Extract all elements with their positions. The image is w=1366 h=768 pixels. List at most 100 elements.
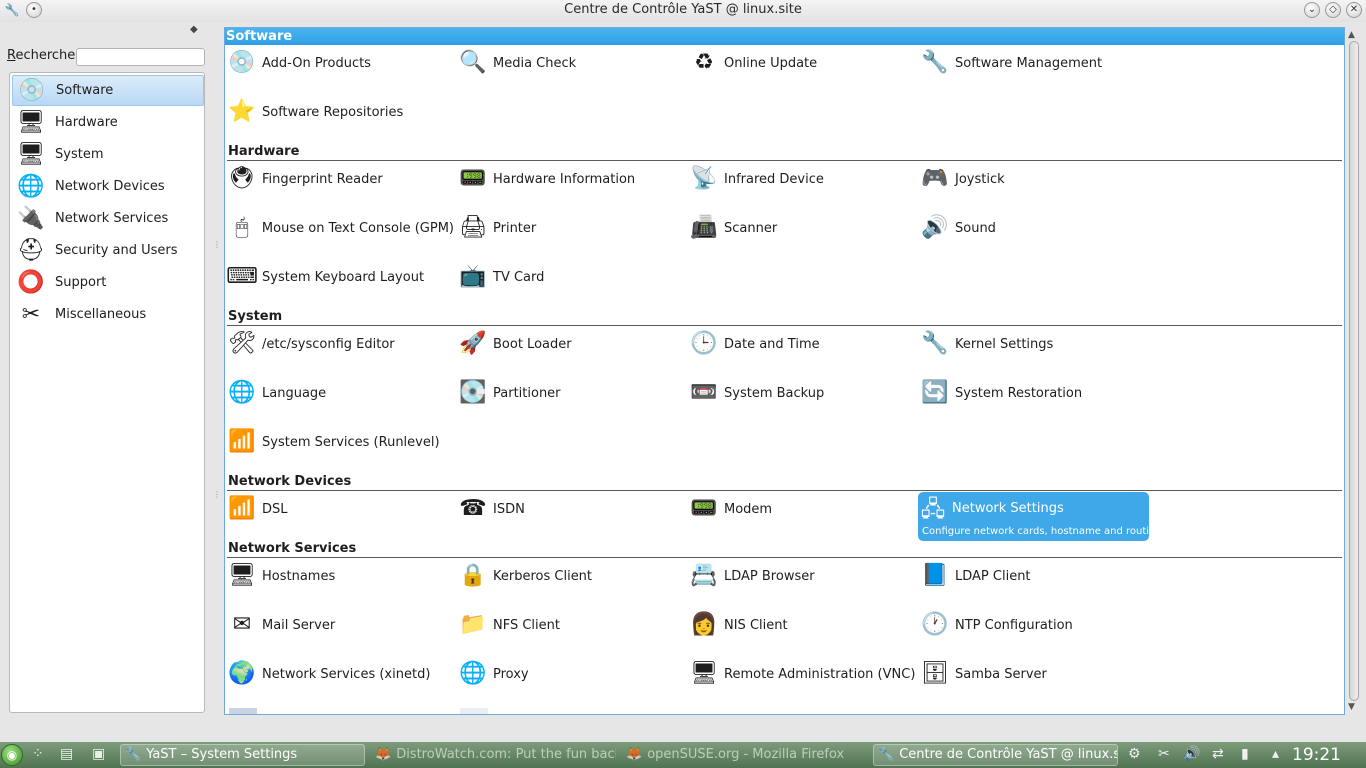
application-launcher-icon[interactable]: ◉ (1, 744, 23, 766)
show-desktop-icon[interactable]: ▣ (92, 746, 105, 762)
scrollbar-thumb[interactable] (1349, 41, 1359, 701)
module-label: Remote Administration (VNC) (724, 666, 916, 682)
module-system-restoration[interactable]: 🔄 System Restoration (919, 375, 1147, 411)
klipper-icon[interactable]: ✂ (1158, 746, 1170, 762)
clock[interactable]: 19:21 (1292, 744, 1341, 766)
task-distrowatch[interactable]: 🦊 DistroWatch.com: Put the fun back (371, 744, 616, 766)
module-system-backup[interactable]: 📼 System Backup (688, 375, 916, 411)
module-dsl[interactable]: 📶 DSL (226, 491, 454, 527)
module-boot-loader[interactable]: 🚀 Boot Loader (457, 326, 685, 362)
module-infrared-device[interactable]: 📡 Infrared Device (688, 161, 916, 197)
dsl-icon: 📶 (228, 496, 256, 521)
module-proxy[interactable]: 🌐 Proxy (457, 656, 685, 692)
media-check-icon: 🔍 (459, 50, 487, 75)
module-fingerprint-reader[interactable]: 🖲 Fingerprint Reader (226, 161, 454, 197)
module-label: Partitioner (493, 385, 561, 401)
remote-admin-icon: 🖥 (690, 661, 718, 686)
module-system-services[interactable]: 📶 System Services (Runlevel) (226, 424, 454, 460)
module-hardware-information[interactable]: 📟 Hardware Information (457, 161, 685, 197)
module-kernel-settings[interactable]: 🔧 Kernel Settings (919, 326, 1147, 362)
ntp-clock-icon: 🕐 (921, 612, 949, 637)
module-remote-administration[interactable]: 🖥 Remote Administration (VNC) (688, 656, 916, 692)
section-title-network-devices: Network Devices (228, 474, 352, 489)
volume-icon[interactable]: 🔊 (1183, 746, 1200, 762)
module-sound[interactable]: 🔊 Sound (919, 210, 1147, 246)
module-network-settings[interactable]: 🖧 Network Settings Configure network car… (918, 492, 1162, 541)
module-sysconfig-editor[interactable]: 🛠 /etc/sysconfig Editor (226, 326, 454, 362)
category-miscellaneous[interactable]: ✂ Miscellaneous (12, 299, 204, 330)
module-label: Hostnames (262, 568, 336, 584)
task-label: DistroWatch.com: Put the fun back (396, 747, 616, 762)
module-label: Kernel Settings (955, 336, 1054, 352)
vertical-scrollbar[interactable]: ▲ ▼ (1347, 27, 1361, 715)
module-nis-client[interactable]: 👩 NIS Client (688, 607, 916, 643)
sound-icon: 🔊 (921, 215, 949, 240)
scroll-down-icon[interactable]: ▼ (1348, 702, 1355, 712)
maximize-button[interactable]: ◇ (1325, 2, 1341, 18)
module-add-on-products[interactable]: 💿 Add-On Products (226, 45, 454, 81)
module-software-management[interactable]: 🔧 Software Management (919, 45, 1147, 81)
battery-icon[interactable]: ▮ (1241, 746, 1249, 762)
module-nfs-client[interactable]: 📁 NFS Client (457, 607, 685, 643)
module-xinetd[interactable]: 🌍 Network Services (xinetd) (226, 656, 454, 692)
network-icon[interactable]: ⇄ (1212, 746, 1224, 762)
module-samba-server[interactable]: 🗄 Samba Server (919, 656, 1147, 692)
module-label: System Backup (724, 385, 825, 401)
window-menu-button[interactable]: • (26, 2, 42, 18)
module-label: Media Check (493, 55, 577, 71)
module-label: Add-On Products (262, 55, 371, 71)
module-partitioner[interactable]: 💽 Partitioner (457, 375, 685, 411)
close-button[interactable]: ✕ (1346, 2, 1362, 18)
module-printer[interactable]: 🖨 Printer (457, 210, 685, 246)
scroll-up-icon[interactable]: ▲ (1348, 30, 1355, 40)
module-joystick[interactable]: 🎮 Joystick (919, 161, 1147, 197)
module-tv-card[interactable]: 📺 TV Card (457, 259, 685, 295)
module-system-keyboard-layout[interactable]: ⌨ System Keyboard Layout (226, 259, 454, 295)
module-label: Date and Time (724, 336, 820, 352)
module-mail-server[interactable]: ✉ Mail Server (226, 607, 454, 643)
updater-icon[interactable]: ⚙ (1128, 746, 1141, 762)
module-software-repositories[interactable]: ⭐ Software Repositories (226, 94, 454, 130)
category-support[interactable]: ⭕ Support (12, 267, 204, 298)
module-ldap-browser[interactable]: 📇 LDAP Browser (688, 558, 916, 594)
task-label: openSUSE.org - Mozilla Firefox (647, 747, 845, 762)
module-date-and-time[interactable]: 🕒 Date and Time (688, 326, 916, 362)
module-scanner[interactable]: 📠 Scanner (688, 210, 916, 246)
minimize-button[interactable]: ⌄ (1304, 2, 1320, 18)
panel-dock-handle-icon[interactable]: ◆ (190, 24, 198, 35)
module-hostnames[interactable]: 🖥 Hostnames (226, 558, 454, 594)
category-system[interactable]: 🖥 System (12, 139, 204, 170)
module-kerberos-client[interactable]: 🔒 Kerberos Client (457, 558, 685, 594)
module-mouse-gpm[interactable]: 🖱 Mouse on Text Console (GPM) (226, 210, 454, 246)
module-isdn[interactable]: ☎ ISDN (457, 491, 685, 527)
category-label: Security and Users (55, 243, 178, 258)
module-ldap-client[interactable]: 📘 LDAP Client (919, 558, 1147, 594)
splitter-handle-icon[interactable]: ⋮ (213, 240, 221, 249)
splitter-handle-icon[interactable]: ⋮ (213, 490, 221, 499)
category-hardware[interactable]: 🖥 Hardware (12, 107, 204, 138)
search-input[interactable] (76, 48, 205, 66)
task-yast-system-settings[interactable]: 🔧 YaST – System Settings (120, 744, 365, 766)
module-media-check[interactable]: 🔍 Media Check (457, 45, 685, 81)
yast-app-icon[interactable]: 🔧 (4, 2, 20, 18)
lock-icon: 🔒 (459, 563, 487, 588)
task-yast-control-center[interactable]: 🔧 Centre de Contrôle YaST @ linux.site (873, 744, 1118, 766)
task-opensuse-firefox[interactable]: 🦊 openSUSE.org - Mozilla Firefox (622, 744, 867, 766)
module-label: NFS Client (493, 617, 560, 633)
tray-expand-icon[interactable]: ▴ (1272, 746, 1279, 762)
category-network-services[interactable]: 🔌 Network Services (12, 203, 204, 234)
module-ntp-configuration[interactable]: 🕐 NTP Configuration (919, 607, 1147, 643)
desktop-pager-icon[interactable]: ▤ (60, 746, 73, 762)
software-icon: 💿 (18, 77, 46, 103)
module-label: System Restoration (955, 385, 1083, 401)
category-software[interactable]: 💿 Software (12, 75, 204, 106)
module-modem[interactable]: 📟 Modem (688, 491, 916, 527)
activities-icon[interactable]: ⁘ (32, 746, 44, 762)
module-online-update[interactable]: ♻ Online Update (688, 45, 916, 81)
security-icon: ⛑ (17, 237, 45, 263)
module-language[interactable]: 🌐 Language (226, 375, 454, 411)
module-label: Online Update (724, 55, 818, 71)
category-security-and-users[interactable]: ⛑ Security and Users (12, 235, 204, 266)
proxy-icon: 🌐 (459, 661, 487, 686)
category-network-devices[interactable]: 🌐 Network Devices (12, 171, 204, 202)
